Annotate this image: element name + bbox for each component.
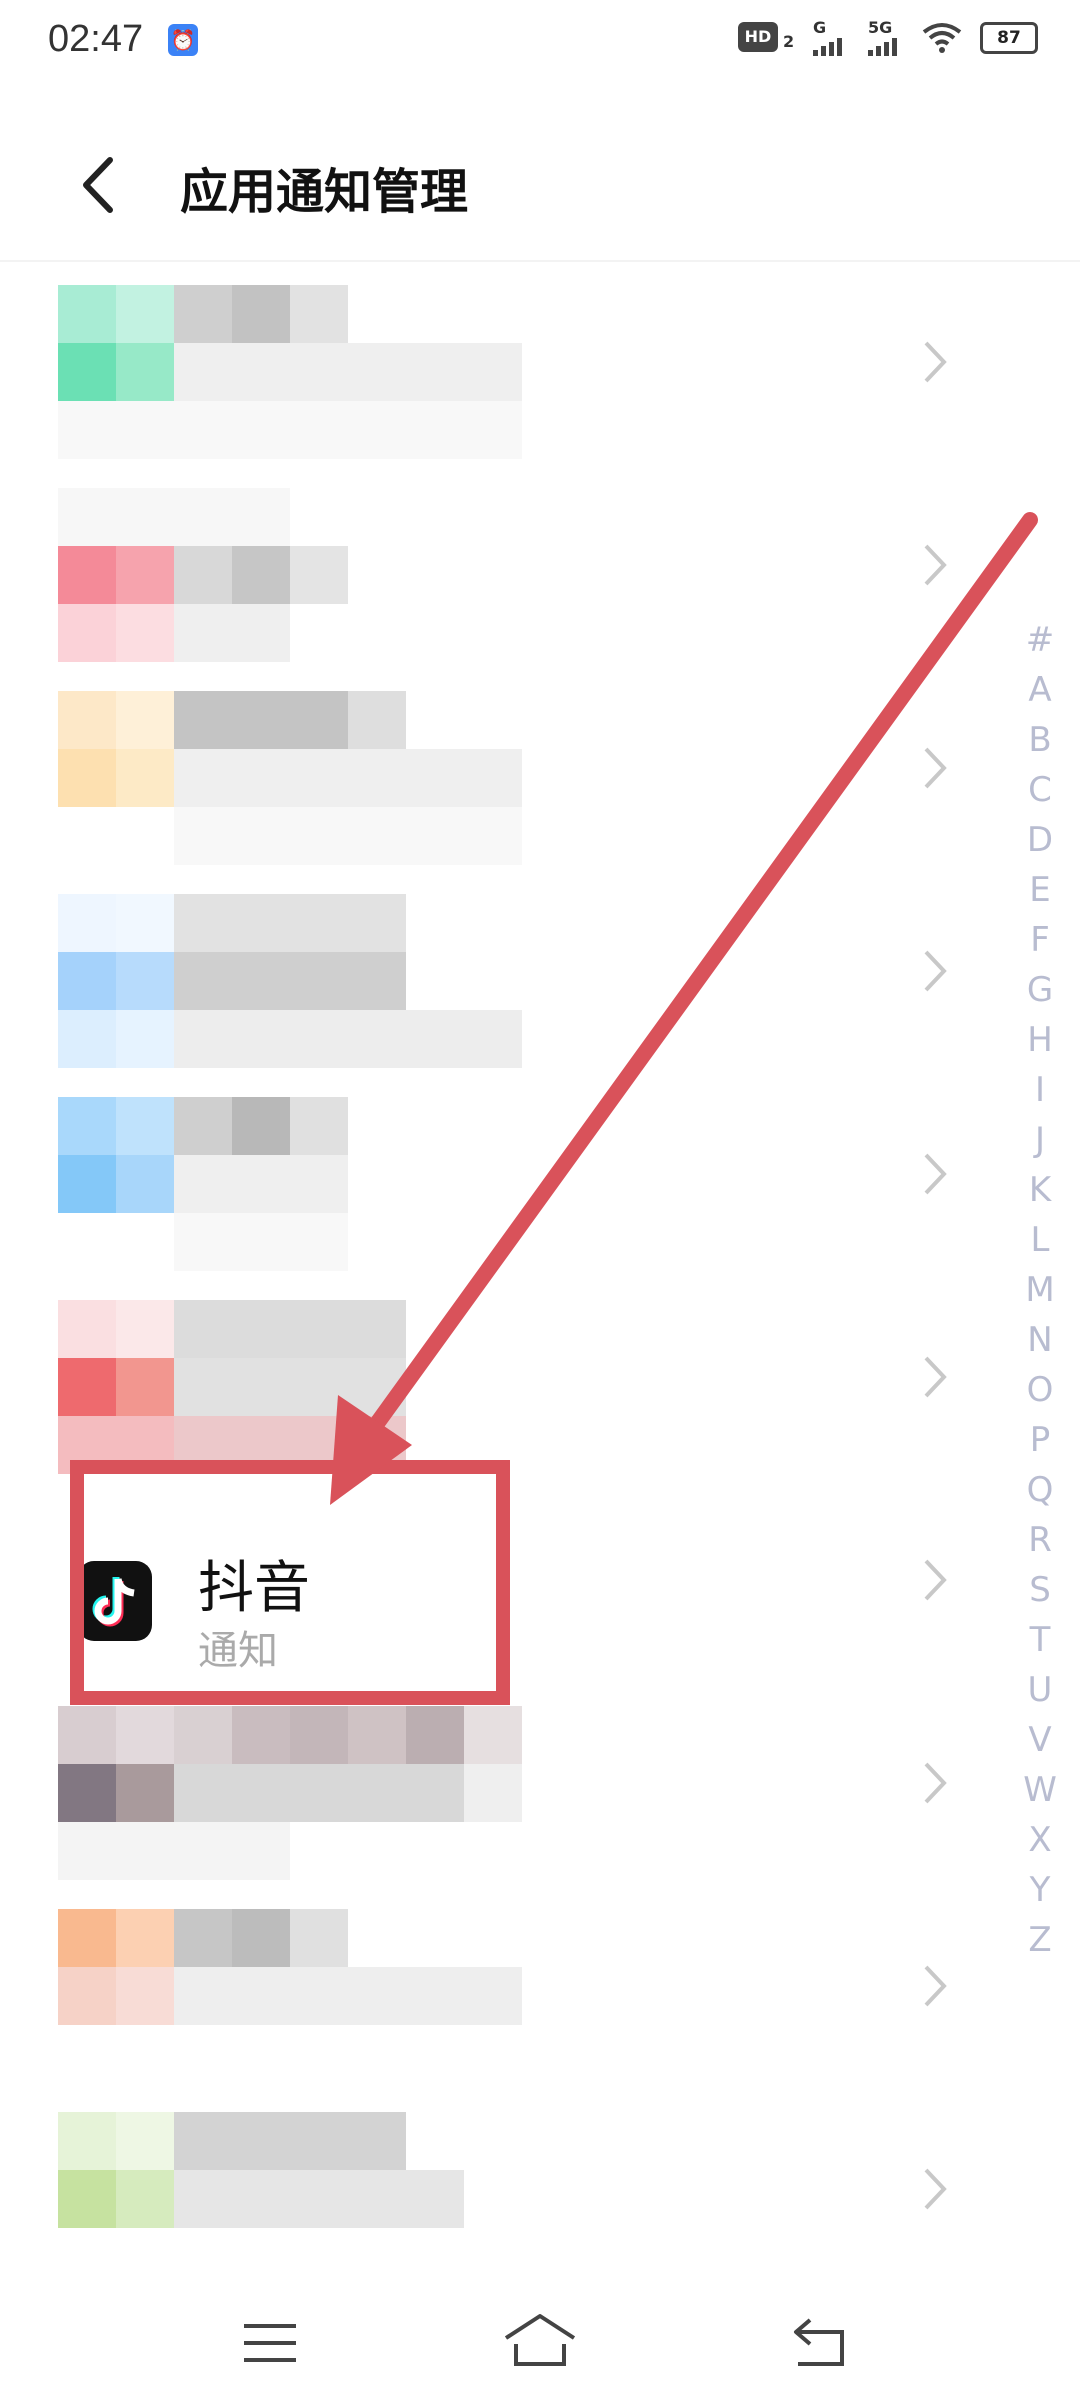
back-button[interactable] xyxy=(70,150,130,220)
index-letter[interactable]: R xyxy=(1010,1515,1070,1565)
hd-sub-label: 2 xyxy=(783,32,795,51)
hd-icon: HD xyxy=(738,22,778,52)
index-letter[interactable]: Z xyxy=(1010,1915,1070,1965)
chevron-right-icon xyxy=(924,544,947,586)
index-letter[interactable]: B xyxy=(1010,715,1070,765)
chevron-right-icon xyxy=(924,1965,947,2007)
signal-icon xyxy=(813,34,842,56)
index-letter[interactable]: P xyxy=(1010,1415,1070,1465)
index-letter[interactable]: L xyxy=(1010,1215,1070,1265)
chevron-right-icon xyxy=(924,747,947,789)
home-icon[interactable] xyxy=(500,2308,580,2378)
page-title: 应用通知管理 xyxy=(180,164,469,220)
app-row[interactable] xyxy=(0,1280,1000,1483)
index-letter[interactable]: G xyxy=(1010,965,1070,1015)
index-letter[interactable]: J xyxy=(1010,1115,1070,1165)
wifi-icon xyxy=(922,23,962,53)
index-letter[interactable]: K xyxy=(1010,1165,1070,1215)
alarm-icon: ⏰ xyxy=(168,24,198,56)
status-bar: 02:47 ⏰ HD 2 G 5G 87 xyxy=(0,0,1080,80)
signal-icon xyxy=(868,34,897,56)
chevron-right-icon xyxy=(924,341,947,383)
index-letter[interactable]: O xyxy=(1010,1365,1070,1415)
chevron-right-icon xyxy=(924,1356,947,1398)
alphabet-index[interactable]: # A B C D E F G H I J K L M N O P Q R S T U V W X Y Z xyxy=(1010,615,1070,1965)
chevron-right-icon xyxy=(924,1559,947,1601)
app-row[interactable] xyxy=(0,2092,1000,2295)
back-icon[interactable] xyxy=(780,2308,860,2378)
index-letter[interactable]: D xyxy=(1010,815,1070,865)
chevron-right-icon xyxy=(924,1762,947,1804)
app-row[interactable] xyxy=(0,671,1000,874)
app-row[interactable] xyxy=(0,1889,1000,2092)
index-letter[interactable]: Y xyxy=(1010,1865,1070,1915)
index-letter[interactable]: I xyxy=(1010,1065,1070,1115)
app-row[interactable] xyxy=(0,265,1000,468)
index-letter[interactable]: N xyxy=(1010,1315,1070,1365)
navigation-bar xyxy=(0,2290,1080,2400)
index-letter[interactable]: M xyxy=(1010,1265,1070,1315)
index-letter[interactable]: C xyxy=(1010,765,1070,815)
highlight-box xyxy=(70,1460,510,1705)
chevron-right-icon xyxy=(924,1153,947,1195)
index-letter[interactable]: A xyxy=(1010,665,1070,715)
index-letter[interactable]: F xyxy=(1010,915,1070,965)
status-time: 02:47 xyxy=(48,18,144,60)
battery-icon: 87 xyxy=(980,22,1038,54)
index-letter[interactable]: W xyxy=(1010,1765,1070,1815)
index-letter[interactable]: T xyxy=(1010,1615,1070,1665)
menu-icon[interactable] xyxy=(230,2308,310,2378)
index-letter[interactable]: E xyxy=(1010,865,1070,915)
chevron-right-icon xyxy=(924,950,947,992)
app-row[interactable] xyxy=(0,874,1000,1077)
index-letter[interactable]: # xyxy=(1010,615,1070,665)
index-letter[interactable]: U xyxy=(1010,1665,1070,1715)
index-letter[interactable]: H xyxy=(1010,1015,1070,1065)
app-row[interactable] xyxy=(0,468,1000,671)
chevron-right-icon xyxy=(924,2168,947,2210)
page-header: 应用通知管理 xyxy=(0,80,1080,262)
app-row[interactable] xyxy=(0,1686,1000,1889)
app-row[interactable] xyxy=(0,1077,1000,1280)
index-letter[interactable]: S xyxy=(1010,1565,1070,1615)
app-list: 抖音 通知 xyxy=(0,265,1000,2295)
index-letter[interactable]: V xyxy=(1010,1715,1070,1765)
index-letter[interactable]: X xyxy=(1010,1815,1070,1865)
index-letter[interactable]: Q xyxy=(1010,1465,1070,1515)
